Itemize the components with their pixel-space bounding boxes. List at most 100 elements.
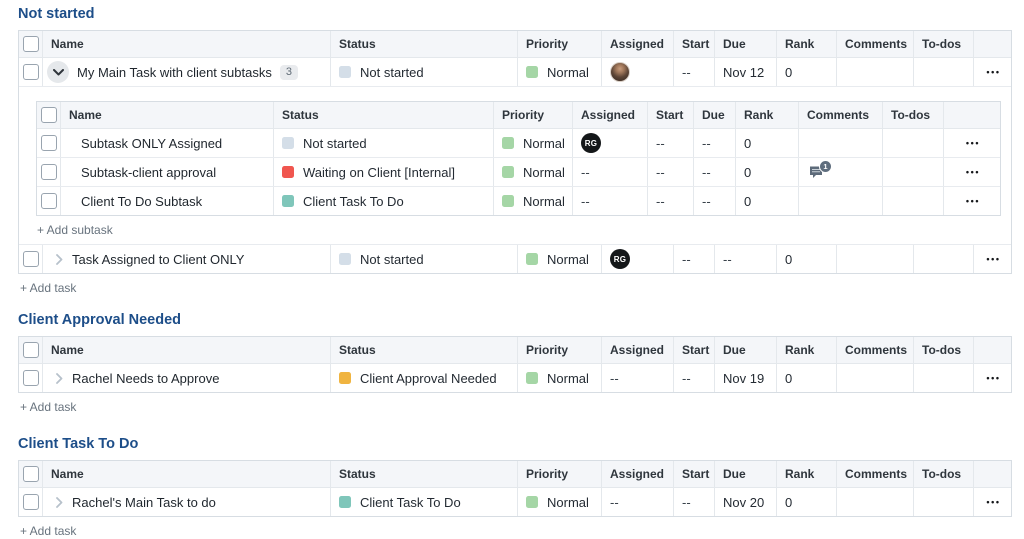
rank-cell[interactable]: 0 <box>777 488 837 516</box>
select-all-checkbox[interactable] <box>23 36 39 52</box>
column-header-comments: Comments <box>837 337 914 363</box>
task-name[interactable]: Subtask-client approval <box>81 165 216 180</box>
due-cell[interactable]: -- <box>694 158 736 186</box>
row-checkbox[interactable] <box>41 164 57 180</box>
column-header-comments: Comments <box>837 461 914 487</box>
priority-cell[interactable]: Normal <box>494 187 573 215</box>
todos-cell[interactable] <box>883 187 944 215</box>
task-name[interactable]: Rachel Needs to Approve <box>72 371 219 386</box>
assigned-cell[interactable] <box>602 58 674 86</box>
add-task-link[interactable]: + Add task <box>20 400 1012 415</box>
comments-cell[interactable] <box>837 364 914 392</box>
row-actions-icon[interactable]: ••• <box>984 374 1000 383</box>
task-name[interactable]: Client To Do Subtask <box>81 194 202 209</box>
select-all-checkbox[interactable] <box>23 342 39 358</box>
status-cell[interactable]: Client Approval Needed <box>331 364 518 392</box>
task-name[interactable]: Task Assigned to Client ONLY <box>72 252 244 267</box>
add-subtask-link[interactable]: + Add subtask <box>37 223 1001 238</box>
due-cell[interactable]: Nov 20 <box>715 488 777 516</box>
column-header-rank: Rank <box>777 337 837 363</box>
status-cell[interactable]: Client Task To Do <box>331 488 518 516</box>
add-task-link[interactable]: + Add task <box>20 524 1012 539</box>
priority-cell[interactable]: Normal <box>518 58 602 86</box>
due-cell[interactable]: -- <box>694 187 736 215</box>
rank-cell[interactable]: 0 <box>777 364 837 392</box>
select-all-checkbox[interactable] <box>23 466 39 482</box>
todos-cell[interactable] <box>914 58 974 86</box>
rank-cell[interactable]: 0 <box>736 158 799 186</box>
column-header-rank: Rank <box>736 102 799 128</box>
start-cell[interactable]: -- <box>674 245 715 273</box>
assigned-cell[interactable]: -- <box>573 187 648 215</box>
assigned-cell[interactable]: -- <box>573 158 648 186</box>
comments-cell[interactable] <box>837 488 914 516</box>
comment-icon[interactable]: 1 <box>809 165 825 179</box>
assigned-cell[interactable]: -- <box>602 364 674 392</box>
todos-cell[interactable] <box>883 129 944 157</box>
priority-cell[interactable]: Normal <box>518 488 602 516</box>
expand-chevron-icon[interactable] <box>56 373 63 384</box>
comments-cell[interactable] <box>799 187 883 215</box>
assigned-cell[interactable]: RG <box>602 245 674 273</box>
task-name[interactable]: Subtask ONLY Assigned <box>81 136 222 151</box>
start-cell[interactable]: -- <box>674 58 715 86</box>
assignee-avatar: RG <box>581 133 601 153</box>
status-cell[interactable]: Not started <box>274 129 494 157</box>
rank-cell[interactable]: 0 <box>777 58 837 86</box>
start-cell[interactable]: -- <box>648 158 694 186</box>
rank-cell[interactable]: 0 <box>736 187 799 215</box>
expand-chevron-icon[interactable] <box>56 254 63 265</box>
collapse-chevron-icon[interactable] <box>47 61 69 83</box>
row-checkbox[interactable] <box>41 135 57 151</box>
due-cell[interactable]: -- <box>715 245 777 273</box>
priority-color-square <box>526 253 538 265</box>
column-header-start: Start <box>674 337 715 363</box>
assigned-cell[interactable]: -- <box>602 488 674 516</box>
priority-cell[interactable]: Normal <box>518 245 602 273</box>
todos-cell[interactable] <box>914 488 974 516</box>
start-cell[interactable]: -- <box>648 129 694 157</box>
status-cell[interactable]: Not started <box>331 245 518 273</box>
task-name[interactable]: My Main Task with client subtasks <box>77 65 272 80</box>
column-header-actions <box>974 337 1011 363</box>
row-actions-icon[interactable]: ••• <box>984 498 1000 507</box>
row-actions-icon[interactable]: ••• <box>964 139 980 148</box>
task-name[interactable]: Rachel's Main Task to do <box>72 495 216 510</box>
expand-chevron-icon[interactable] <box>56 497 63 508</box>
todos-cell[interactable] <box>883 158 944 186</box>
status-cell[interactable]: Client Task To Do <box>274 187 494 215</box>
row-checkbox[interactable] <box>23 494 39 510</box>
status-cell[interactable]: Waiting on Client [Internal] <box>274 158 494 186</box>
subtask-row: Client To Do Subtask Client Task To Do N… <box>37 186 1000 215</box>
row-actions-icon[interactable]: ••• <box>984 255 1000 264</box>
todos-cell[interactable] <box>914 245 974 273</box>
rank-cell[interactable]: 0 <box>777 245 837 273</box>
select-all-subtasks-checkbox[interactable] <box>41 107 57 123</box>
status-cell[interactable]: Not started <box>331 58 518 86</box>
row-checkbox[interactable] <box>23 251 39 267</box>
start-cell[interactable]: -- <box>648 187 694 215</box>
add-task-link[interactable]: + Add task <box>20 281 1012 296</box>
column-header-name: Name <box>61 102 274 128</box>
row-checkbox[interactable] <box>23 370 39 386</box>
due-cell[interactable]: -- <box>694 129 736 157</box>
priority-cell[interactable]: Normal <box>518 364 602 392</box>
start-cell[interactable]: -- <box>674 364 715 392</box>
due-cell[interactable]: Nov 19 <box>715 364 777 392</box>
priority-cell[interactable]: Normal <box>494 129 573 157</box>
row-actions-icon[interactable]: ••• <box>964 197 980 206</box>
rank-cell[interactable]: 0 <box>736 129 799 157</box>
start-cell[interactable]: -- <box>674 488 715 516</box>
priority-cell[interactable]: Normal <box>494 158 573 186</box>
due-cell[interactable]: Nov 12 <box>715 58 777 86</box>
assigned-cell[interactable]: RG <box>573 129 648 157</box>
comments-cell[interactable] <box>837 58 914 86</box>
row-checkbox[interactable] <box>23 64 39 80</box>
comments-cell[interactable] <box>799 129 883 157</box>
comments-cell[interactable] <box>837 245 914 273</box>
comments-cell[interactable]: 1 <box>799 158 883 186</box>
row-actions-icon[interactable]: ••• <box>964 168 980 177</box>
row-actions-icon[interactable]: ••• <box>984 68 1000 77</box>
row-checkbox[interactable] <box>41 193 57 209</box>
todos-cell[interactable] <box>914 364 974 392</box>
